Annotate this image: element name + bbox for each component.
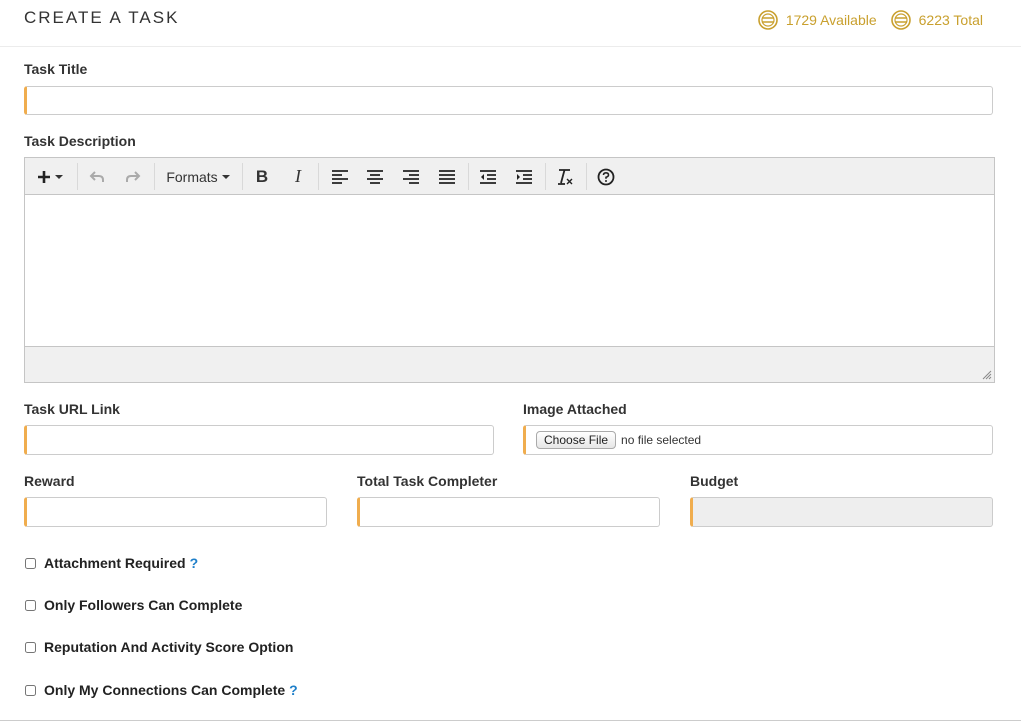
image-file-input: Choose File no file selected [523,425,993,455]
reward-input[interactable] [24,497,327,527]
chevron-down-icon [221,174,230,179]
chevron-down-icon [55,174,63,179]
align-justify-icon [439,169,455,184]
connections-help-link[interactable]: ? [289,682,298,698]
align-right-button[interactable] [399,163,423,190]
coins-total: 6223 Total [890,10,983,30]
followers-only-option: Only Followers Can Complete [25,597,242,613]
toolbar-separator [545,163,546,190]
plus-icon [38,170,50,183]
attachment-required-option: Attachment Required ? [25,555,198,571]
task-url-label: Task URL Link [24,401,120,417]
indent-button[interactable] [512,163,536,190]
redo-icon [126,170,141,182]
file-status-text: no file selected [621,433,702,447]
align-left-icon [332,169,348,184]
followers-only-label: Only Followers Can Complete [44,597,243,613]
align-left-button[interactable] [328,163,352,190]
reputation-checkbox[interactable] [25,641,36,653]
clear-formatting-button[interactable] [553,163,577,190]
clear-formatting-icon [558,168,573,185]
task-url-input[interactable] [24,425,494,455]
attachment-required-checkbox[interactable] [25,557,36,569]
editor-toolbar: Formats B I [25,158,994,195]
toolbar-separator [318,163,319,190]
formats-dropdown[interactable]: Formats [163,163,233,190]
toolbar-separator [468,163,469,190]
total-completer-input[interactable] [357,497,660,527]
divider [0,720,1021,721]
image-attached-label: Image Attached [523,401,627,417]
italic-button[interactable]: I [287,163,309,190]
reputation-label: Reputation And Activity Score Option [44,639,294,655]
connections-only-label: Only My Connections Can Complete [44,682,286,698]
budget-input [690,497,993,527]
bold-button[interactable]: B [251,163,273,190]
outdent-icon [480,169,496,184]
budget-label: Budget [690,473,739,489]
reward-label: Reward [24,473,75,489]
connections-only-checkbox[interactable] [25,684,36,696]
toolbar-separator [154,163,155,190]
followers-only-checkbox[interactable] [25,599,36,611]
toolbar-separator [586,163,587,190]
total-completer-label: Total Task Completer [357,473,498,489]
task-title-input[interactable] [24,86,993,115]
total-count: 6223 Total [918,12,983,28]
task-title-label: Task Title [24,61,88,77]
help-button[interactable] [594,163,618,190]
reputation-option: Reputation And Activity Score Option [25,639,293,655]
page-title: CREATE A TASK [24,8,180,27]
coin-icon [890,10,911,30]
task-description-label: Task Description [24,133,136,149]
coins-available: 1729 Available [758,10,877,30]
align-center-button[interactable] [363,163,387,190]
available-count: 1729 Available [785,12,877,28]
outdent-button[interactable] [476,163,500,190]
undo-button[interactable] [85,163,109,190]
editor-statusbar [25,346,994,382]
page-header: CREATE A TASK 1729 Available 6223 Total [0,0,1021,47]
coin-balance: 1729 Available 6223 Total [744,10,983,30]
coin-icon [758,10,778,30]
help-circle-icon [597,168,615,185]
toolbar-separator [242,163,243,190]
attachment-required-label: Attachment Required [44,555,186,571]
rich-text-editor: Formats B I [24,157,995,383]
redo-button[interactable] [121,163,145,190]
editor-content-area[interactable] [25,195,994,346]
indent-icon [516,169,532,184]
align-center-icon [367,169,383,184]
resize-handle-icon[interactable] [982,370,992,380]
choose-file-button[interactable]: Choose File [536,431,617,449]
undo-icon [89,170,104,182]
formats-label: Formats [166,168,218,185]
attachment-help-link[interactable]: ? [190,555,199,571]
toolbar-separator [77,163,78,190]
connections-only-option: Only My Connections Can Complete ? [25,682,298,698]
justify-button[interactable] [435,163,459,190]
insert-button[interactable] [33,163,67,190]
align-right-icon [403,169,419,184]
